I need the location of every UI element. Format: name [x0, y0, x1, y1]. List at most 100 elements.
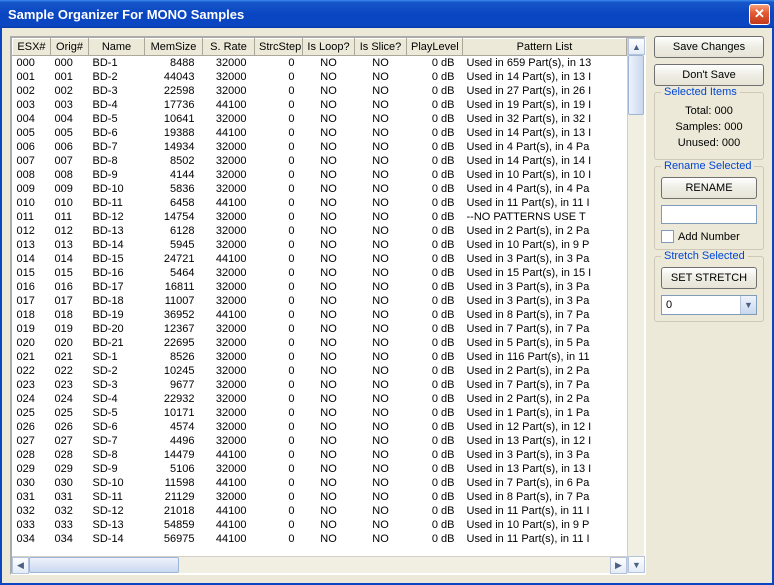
- column-header[interactable]: Orig#: [51, 39, 89, 56]
- table-row[interactable]: 020020BD-2122695320000NONO0 dBUsed in 5 …: [13, 336, 627, 350]
- column-header[interactable]: MemSize: [145, 39, 203, 56]
- table-row[interactable]: 017017BD-1811007320000NONO0 dBUsed in 3 …: [13, 294, 627, 308]
- table-cell: NO: [355, 476, 407, 490]
- table-row[interactable]: 023023SD-39677320000NONO0 dBUsed in 7 Pa…: [13, 378, 627, 392]
- table-cell: BD-4: [89, 98, 145, 112]
- table-cell: 5836: [145, 182, 203, 196]
- table-cell: BD-12: [89, 210, 145, 224]
- table-cell: 013: [51, 238, 89, 252]
- scroll-right-icon[interactable]: ▶: [610, 557, 627, 574]
- rename-button[interactable]: RENAME: [661, 177, 757, 199]
- table-cell: NO: [303, 322, 355, 336]
- table-cell: 0 dB: [407, 462, 463, 476]
- table-row[interactable]: 015015BD-165464320000NONO0 dBUsed in 15 …: [13, 266, 627, 280]
- table-row[interactable]: 032032SD-1221018441000NONO0 dBUsed in 11…: [13, 504, 627, 518]
- table-cell: 32000: [203, 210, 255, 224]
- table-cell: 0: [255, 126, 303, 140]
- table-row[interactable]: 007007BD-88502320000NONO0 dBUsed in 14 P…: [13, 154, 627, 168]
- scroll-down-icon[interactable]: ▼: [628, 556, 645, 573]
- table-row[interactable]: 019019BD-2012367320000NONO0 dBUsed in 7 …: [13, 322, 627, 336]
- table-row[interactable]: 004004BD-510641320000NONO0 dBUsed in 32 …: [13, 112, 627, 126]
- table-cell: SD-6: [89, 420, 145, 434]
- table-row[interactable]: 028028SD-814479441000NONO0 dBUsed in 3 P…: [13, 448, 627, 462]
- table-row[interactable]: 014014BD-1524721441000NONO0 dBUsed in 3 …: [13, 252, 627, 266]
- table-row[interactable]: 011011BD-1214754320000NONO0 dB--NO PATTE…: [13, 210, 627, 224]
- table-cell: 32000: [203, 56, 255, 71]
- hscroll-thumb[interactable]: [29, 557, 179, 573]
- table-row[interactable]: 033033SD-1354859441000NONO0 dBUsed in 10…: [13, 518, 627, 532]
- vscroll-thumb[interactable]: [628, 55, 644, 115]
- scroll-left-icon[interactable]: ◀: [12, 557, 29, 574]
- table-cell: 026: [13, 420, 51, 434]
- table-row[interactable]: 030030SD-1011598441000NONO0 dBUsed in 7 …: [13, 476, 627, 490]
- table-cell: NO: [355, 280, 407, 294]
- table-row[interactable]: 005005BD-619388441000NONO0 dBUsed in 14 …: [13, 126, 627, 140]
- column-header[interactable]: Is Loop?: [303, 39, 355, 56]
- table-row[interactable]: 010010BD-116458441000NONO0 dBUsed in 11 …: [13, 196, 627, 210]
- table-cell: 022: [13, 364, 51, 378]
- vertical-scrollbar[interactable]: ▲ ▼: [627, 38, 644, 573]
- table-row[interactable]: 003003BD-417736441000NONO0 dBUsed in 19 …: [13, 98, 627, 112]
- stretch-combo[interactable]: 0 ▼: [661, 295, 757, 315]
- table-cell: 44100: [203, 476, 255, 490]
- set-stretch-button[interactable]: SET STRETCH: [661, 267, 757, 289]
- table-row[interactable]: 012012BD-136128320000NONO0 dBUsed in 2 P…: [13, 224, 627, 238]
- table-cell: NO: [355, 462, 407, 476]
- add-number-checkbox[interactable]: Add Number: [661, 230, 757, 243]
- table-row[interactable]: 000000BD-18488320000NONO0 dBUsed in 659 …: [13, 56, 627, 71]
- table-row[interactable]: 025025SD-510171320000NONO0 dBUsed in 1 P…: [13, 406, 627, 420]
- table-row[interactable]: 029029SD-95106320000NONO0 dBUsed in 13 P…: [13, 462, 627, 476]
- column-header[interactable]: Pattern List: [463, 39, 627, 56]
- table-cell: 17736: [145, 98, 203, 112]
- table-row[interactable]: 008008BD-94144320000NONO0 dBUsed in 10 P…: [13, 168, 627, 182]
- table-cell: 21018: [145, 504, 203, 518]
- table-row[interactable]: 006006BD-714934320000NONO0 dBUsed in 4 P…: [13, 140, 627, 154]
- table-cell: 034: [13, 532, 51, 546]
- table-cell: 9677: [145, 378, 203, 392]
- table-row[interactable]: 016016BD-1716811320000NONO0 dBUsed in 3 …: [13, 280, 627, 294]
- column-header[interactable]: PlayLevel: [407, 39, 463, 56]
- column-header[interactable]: Name: [89, 39, 145, 56]
- table-cell: 022: [51, 364, 89, 378]
- table-cell: 32000: [203, 168, 255, 182]
- table-cell: NO: [355, 112, 407, 126]
- table-row[interactable]: 013013BD-145945320000NONO0 dBUsed in 10 …: [13, 238, 627, 252]
- table-row[interactable]: 034034SD-1456975441000NONO0 dBUsed in 11…: [13, 532, 627, 546]
- table-row[interactable]: 026026SD-64574320000NONO0 dBUsed in 12 P…: [13, 420, 627, 434]
- table-row[interactable]: 021021SD-18526320000NONO0 dBUsed in 116 …: [13, 350, 627, 364]
- column-header[interactable]: Is Slice?: [355, 39, 407, 56]
- table-row[interactable]: 002002BD-322598320000NONO0 dBUsed in 27 …: [13, 84, 627, 98]
- table-cell: 014: [13, 252, 51, 266]
- table-cell: NO: [355, 504, 407, 518]
- table-cell: Used in 27 Part(s), in 26 I: [463, 84, 627, 98]
- save-changes-button[interactable]: Save Changes: [654, 36, 764, 58]
- column-header[interactable]: ESX#: [13, 39, 51, 56]
- table-cell: 0: [255, 406, 303, 420]
- column-header[interactable]: StrcStep: [255, 39, 303, 56]
- table-cell: 0: [255, 308, 303, 322]
- horizontal-scrollbar[interactable]: ◀ ▶: [12, 556, 627, 573]
- table-cell: 0 dB: [407, 476, 463, 490]
- table-row[interactable]: 009009BD-105836320000NONO0 dBUsed in 4 P…: [13, 182, 627, 196]
- table-cell: 029: [13, 462, 51, 476]
- table-cell: NO: [303, 168, 355, 182]
- table-row[interactable]: 024024SD-422932320000NONO0 dBUsed in 2 P…: [13, 392, 627, 406]
- scroll-up-icon[interactable]: ▲: [628, 38, 645, 55]
- table-row[interactable]: 031031SD-1121129320000NONO0 dBUsed in 8 …: [13, 490, 627, 504]
- dont-save-button[interactable]: Don't Save: [654, 64, 764, 86]
- chevron-down-icon[interactable]: ▼: [740, 296, 756, 314]
- table-cell: 023: [51, 378, 89, 392]
- table-cell: 0 dB: [407, 322, 463, 336]
- sample-table[interactable]: ESX#Orig#NameMemSizeS. RateStrcStepIs Lo…: [12, 38, 627, 546]
- table-row[interactable]: 027027SD-74496320000NONO0 dBUsed in 13 P…: [13, 434, 627, 448]
- rename-input[interactable]: [661, 205, 757, 224]
- column-header[interactable]: S. Rate: [203, 39, 255, 56]
- table-cell: NO: [303, 252, 355, 266]
- table-cell: 016: [13, 280, 51, 294]
- table-scroll-area[interactable]: ESX#Orig#NameMemSizeS. RateStrcStepIs Lo…: [12, 38, 627, 556]
- close-button[interactable]: ✕: [749, 4, 770, 25]
- table-row[interactable]: 018018BD-1936952441000NONO0 dBUsed in 8 …: [13, 308, 627, 322]
- table-cell: 32000: [203, 280, 255, 294]
- table-row[interactable]: 022022SD-210245320000NONO0 dBUsed in 2 P…: [13, 364, 627, 378]
- table-row[interactable]: 001001BD-244043320000NONO0 dBUsed in 14 …: [13, 70, 627, 84]
